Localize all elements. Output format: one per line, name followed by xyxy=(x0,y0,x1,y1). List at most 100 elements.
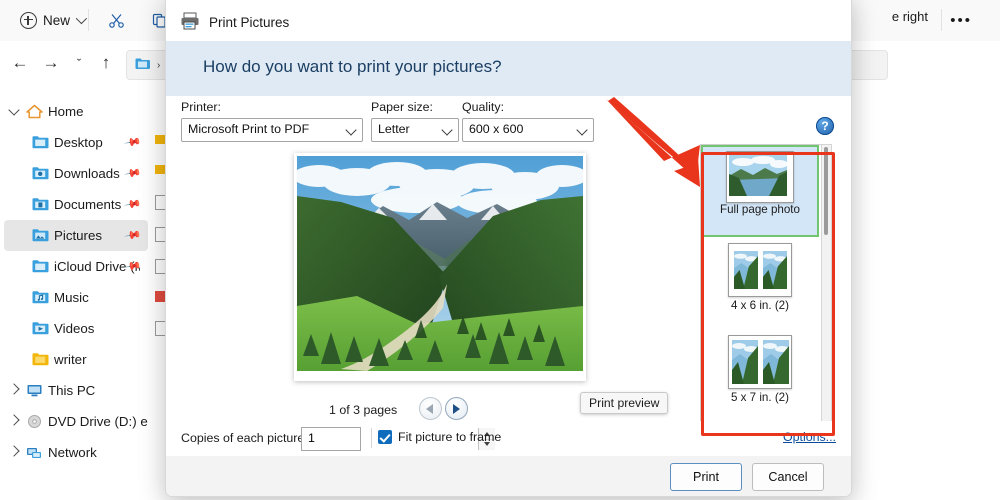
plus-circle-icon xyxy=(20,11,37,29)
page-count-label: 1 of 3 pages xyxy=(329,403,398,417)
folder-icon xyxy=(32,135,49,150)
expander-chevron-icon[interactable] xyxy=(8,104,20,116)
up-button[interactable]: ↑ xyxy=(91,48,121,78)
triangle-left-icon xyxy=(426,403,433,414)
options-link[interactable]: Options... xyxy=(783,430,836,444)
fit-picture-label: Fit picture to frame xyxy=(398,430,502,444)
sidebar-item-label: Downloads xyxy=(54,166,120,181)
sidebar-item-label: Documents xyxy=(54,197,122,212)
folder-icon-peek xyxy=(155,165,165,174)
chevron-down-icon xyxy=(75,12,88,25)
cancel-button[interactable]: Cancel xyxy=(752,463,824,491)
forward-button[interactable]: → xyxy=(36,48,66,78)
fit-picture-checkbox[interactable] xyxy=(378,430,392,444)
pictures-icon xyxy=(32,228,49,243)
chevron-down-icon xyxy=(441,124,453,136)
folder-body-icon xyxy=(32,291,49,304)
thumbnail-photo xyxy=(733,251,758,289)
paper-size-label: Paper size: xyxy=(371,100,433,114)
folder-body-icon xyxy=(32,136,49,149)
dvd-drive-icon xyxy=(26,414,43,429)
chevron-down-icon xyxy=(345,124,357,136)
layout-list-scrollbar[interactable] xyxy=(821,144,832,426)
folder-body-icon xyxy=(32,260,49,273)
downloads-icon xyxy=(32,166,49,181)
help-icon[interactable]: ? xyxy=(816,117,834,135)
layout-option-1[interactable]: Full page photo xyxy=(701,145,819,237)
pin-icon[interactable]: 📌 xyxy=(123,133,142,152)
printer-select[interactable]: Microsoft Print to PDF xyxy=(181,118,363,142)
quality-select[interactable]: 600 x 600 xyxy=(462,118,594,142)
home-icon xyxy=(26,104,43,119)
sidebar-item-videos[interactable]: Videos xyxy=(4,313,148,344)
layout-option-2[interactable]: 4 x 6 in. (2) xyxy=(701,237,819,329)
sidebar-item-label: writer xyxy=(54,352,87,367)
folder-icon-peek xyxy=(155,135,165,144)
sidebar-item-label: Home xyxy=(48,104,84,119)
previous-page-button[interactable] xyxy=(419,397,442,420)
printer-label: Printer: xyxy=(181,100,221,114)
breadcrumb-separator: › xyxy=(157,60,161,71)
folder-plain-icon xyxy=(32,352,49,367)
folder-body-icon xyxy=(32,353,49,366)
sidebar-item-dvd-drive-d-esd2i[interactable]: DVD Drive (D:) esd2i xyxy=(4,406,148,437)
new-button[interactable]: New xyxy=(12,6,92,34)
sidebar-item-downloads[interactable]: Downloads 📌 xyxy=(4,158,148,189)
music-icon xyxy=(32,290,49,305)
dialog-footer: Print Cancel xyxy=(166,456,851,496)
sidebar-item-label: DVD Drive (D:) esd2i xyxy=(48,414,148,429)
print-button[interactable]: Print xyxy=(670,463,742,491)
paper-size-select[interactable]: Letter xyxy=(371,118,459,142)
sidebar-item-icloud-drive-m[interactable]: iCloud Drive (M 📌 xyxy=(4,251,148,282)
sidebar-item-label: Pictures xyxy=(54,228,103,243)
recent-locations-button[interactable]: ˇ xyxy=(64,48,94,78)
pin-icon[interactable]: 📌 xyxy=(123,226,142,245)
toolbar-separator-2 xyxy=(941,9,942,31)
toolbar-separator xyxy=(88,9,89,31)
pin-icon[interactable]: 📌 xyxy=(123,195,142,214)
thumbnail-photo xyxy=(731,340,758,384)
options-divider xyxy=(371,428,372,448)
sidebar-item-this-pc[interactable]: This PC xyxy=(4,375,148,406)
back-button[interactable]: ← xyxy=(5,48,35,78)
thumbnail-photo xyxy=(729,154,788,196)
thumbnail-photo xyxy=(762,340,789,384)
explorer-sidebar: Home Desktop 📌 Downloads 📌 Documents 📌 Pict… xyxy=(0,96,152,500)
folder-body-icon xyxy=(32,198,49,211)
sidebar-item-documents[interactable]: Documents 📌 xyxy=(4,189,148,220)
sidebar-item-pictures[interactable]: Pictures 📌 xyxy=(4,220,148,251)
copies-value: 1 xyxy=(308,431,315,445)
dialog-heading-band: How do you want to print your pictures? xyxy=(166,41,851,96)
layout-thumbnail xyxy=(726,151,794,203)
sidebar-item-writer[interactable]: writer xyxy=(4,344,148,375)
sort-right-label[interactable]: e right xyxy=(892,9,928,24)
layout-option-3[interactable]: 5 x 7 in. (2) xyxy=(701,329,819,421)
expander-chevron-icon[interactable] xyxy=(8,445,20,457)
network-icon xyxy=(26,445,43,460)
expander-chevron-icon[interactable] xyxy=(8,383,20,395)
cut-button[interactable] xyxy=(100,6,133,34)
sidebar-item-label: Music xyxy=(54,290,89,305)
dialog-options-row: Copies of each picture: 1 Fit picture to… xyxy=(166,421,851,457)
sidebar-item-desktop[interactable]: Desktop 📌 xyxy=(4,127,148,158)
sidebar-item-network[interactable]: Network xyxy=(4,437,148,468)
preview-photo xyxy=(297,156,583,371)
preview-page xyxy=(294,153,586,381)
layout-option-label: 4 x 6 in. (2) xyxy=(731,299,789,312)
documents-icon xyxy=(32,197,49,212)
pin-icon[interactable]: 📌 xyxy=(123,164,142,183)
dialog-heading: How do you want to print your pictures? xyxy=(203,57,502,76)
sidebar-item-home[interactable]: Home xyxy=(4,96,148,127)
sidebar-item-label: Videos xyxy=(54,321,95,336)
layout-list[interactable]: Full page photo 4 x 6 in. (2) 5 x 7 in. … xyxy=(700,144,822,426)
overflow-menu-button[interactable]: ••• xyxy=(950,12,972,29)
folder-icon xyxy=(32,259,49,274)
scrollbar-thumb[interactable] xyxy=(824,147,828,235)
printer-value: Microsoft Print to PDF xyxy=(188,122,310,136)
copies-label: Copies of each picture: xyxy=(181,431,308,445)
sidebar-item-music[interactable]: Music xyxy=(4,282,148,313)
expander-chevron-icon[interactable] xyxy=(8,414,20,426)
copies-stepper[interactable]: 1 xyxy=(301,427,495,451)
print-pictures-dialog: Print Pictures How do you want to print … xyxy=(165,0,852,497)
next-page-button[interactable] xyxy=(445,397,468,420)
